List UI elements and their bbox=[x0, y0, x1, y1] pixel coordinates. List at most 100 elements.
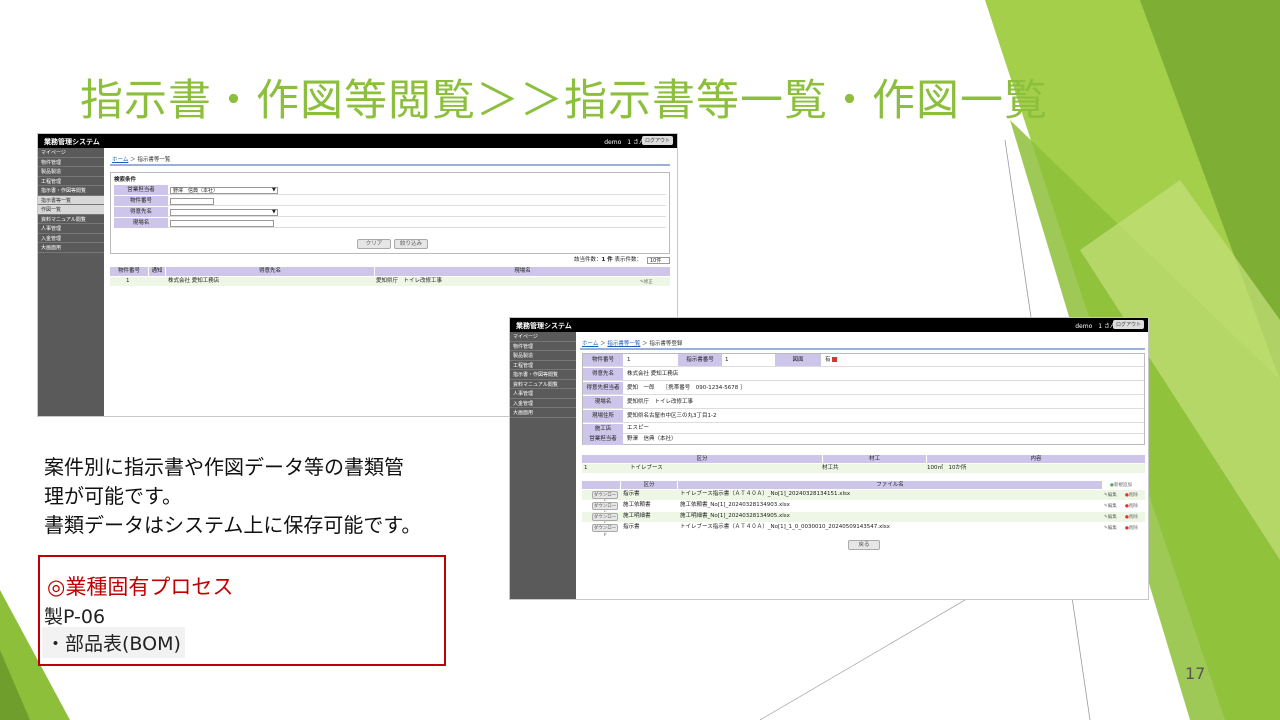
sidebar-item-bigscreen[interactable]: 大画面用 bbox=[38, 243, 104, 253]
row-customer: 得意先名 株式会社 愛知工務店 bbox=[583, 368, 1144, 381]
logout-button[interactable]: ログアウト bbox=[641, 136, 673, 145]
file-row: ダウンロード 指示書 トイレブース指示書（ＡＴ４０Ａ）_No[1]_202403… bbox=[582, 490, 1145, 505]
table-row[interactable]: 1 株式会社 愛知工務店 愛知県庁 トイレ改修工事 ✎修正 bbox=[110, 277, 670, 286]
sidebar-item-hr[interactable]: 人事管理 bbox=[510, 389, 576, 399]
count-value: 1 件 bbox=[601, 257, 613, 263]
file-kubun: 施工依頼書 bbox=[623, 502, 651, 508]
sidebar-item-instruction[interactable]: 指示書・作図等閲覧 bbox=[38, 186, 104, 196]
site-input[interactable] bbox=[170, 220, 274, 227]
row-sales-rep: 営業担当者 野澤 信典（本社） bbox=[583, 434, 1144, 445]
delete-label: 削除 bbox=[1128, 504, 1138, 509]
info-value: 愛知 一郎 ［携帯番号 090-1234-5678 ］ bbox=[627, 385, 746, 391]
row-customer-contact: 得意先担当者 愛知 一郎 ［携帯番号 090-1234-5678 ］ bbox=[583, 382, 1144, 395]
sidebar-item-process[interactable]: 工程管理 bbox=[510, 361, 576, 370]
edit-label: 編集 bbox=[1107, 493, 1117, 498]
info-label: 得意先名 bbox=[583, 368, 623, 380]
cell-content: 100㎡ 10か所 bbox=[927, 465, 967, 471]
file-name[interactable]: トイレブース指示書（ＡＴ４０Ａ）_No[1]_20240328134151.xl… bbox=[680, 490, 850, 499]
back-button[interactable]: 戻る bbox=[848, 540, 880, 550]
file-kubun: 指示書 bbox=[623, 524, 640, 530]
delete-label: 削除 bbox=[1128, 515, 1138, 520]
sidebar-item-manual[interactable]: 資料マニュアル閲覧 bbox=[510, 380, 576, 389]
breadcrumb-current: 指示書等登録 bbox=[649, 341, 683, 347]
sidebar-item-mypage[interactable]: マイページ bbox=[510, 332, 576, 342]
sidebar-item-instruction[interactable]: 指示書・作図等閲覧 bbox=[510, 370, 576, 380]
add-file-button[interactable]: ●新規追加 bbox=[1110, 482, 1132, 488]
cell-kubun: トイレブース bbox=[630, 465, 663, 471]
cell-site: 愛知県庁 トイレ改修工事 bbox=[376, 278, 443, 284]
file-name[interactable]: 施工明細書_No[1]_20240328134905.xlsx bbox=[680, 512, 790, 521]
col-customer: 得意先名 bbox=[166, 267, 374, 276]
process-heading: ◎業種固有プロセス bbox=[47, 575, 234, 599]
sidebar-item-process[interactable]: 工程管理 bbox=[38, 177, 104, 186]
edit-button[interactable]: ✎編集 bbox=[1104, 503, 1117, 509]
sales-rep-select[interactable]: 野澤 信典（本社） bbox=[170, 187, 278, 194]
file-row: ダウンロード 施工明細書 施工明細書_No[1]_20240328134905.… bbox=[582, 512, 1145, 527]
body-line: 案件別に指示書や作図データ等の書類管 bbox=[44, 455, 404, 479]
customer-select[interactable] bbox=[170, 209, 278, 216]
value-property-no: 1 bbox=[627, 357, 631, 363]
breadcrumb-list[interactable]: 指示書等一覧 bbox=[607, 341, 640, 347]
add-label: 新規追加 bbox=[1113, 483, 1132, 488]
slide-title: 指示書・作図等閲覧＞＞指示書等一覧・作図一覧 bbox=[80, 76, 1048, 126]
file-name[interactable]: トイレブース指示書（ＡＴ４０Ａ）_No[1]_1_0_0030010_20240… bbox=[680, 523, 890, 532]
logout-button[interactable]: ログアウト bbox=[1112, 320, 1144, 329]
download-button[interactable]: ダウンロード bbox=[592, 502, 618, 516]
edit-button[interactable]: ✎編集 bbox=[1104, 525, 1117, 531]
download-button[interactable]: ダウンロード bbox=[592, 524, 618, 538]
field-property-no: 物件番号 bbox=[114, 196, 666, 206]
delete-button[interactable]: ●削除 bbox=[1125, 503, 1138, 509]
drawing-flag: 有 bbox=[825, 357, 831, 363]
sidebar-item-payment[interactable]: 入金管理 bbox=[38, 234, 104, 243]
edit-label: 編集 bbox=[1107, 504, 1117, 509]
sidebar-item-manufacture[interactable]: 製品製造 bbox=[510, 351, 576, 361]
delete-button[interactable]: ●削除 bbox=[1125, 514, 1138, 520]
info-value: 愛知県庁 トイレ改修工事 bbox=[627, 399, 694, 405]
app-name: 業務管理システム bbox=[516, 322, 572, 330]
edit-button[interactable]: ✎編集 bbox=[1104, 514, 1117, 520]
sidebar-item-payment[interactable]: 入金管理 bbox=[510, 399, 576, 408]
sidebar-item-manual[interactable]: 資料マニュアル閲覧 bbox=[38, 215, 104, 224]
download-button[interactable]: ダウンロード bbox=[592, 491, 618, 505]
info-label: 施工店 bbox=[583, 424, 623, 434]
table-row: 1 トイレブース 材工共 100㎡ 10か所 bbox=[582, 464, 1145, 473]
row-site: 現場名 愛知県庁 トイレ改修工事 bbox=[583, 396, 1144, 409]
file-row: ダウンロード 指示書 トイレブース指示書（ＡＴ４０Ａ）_No[1]_1_0_00… bbox=[582, 523, 1145, 538]
modify-button[interactable]: ✎修正 bbox=[640, 279, 653, 285]
property-no-input[interactable] bbox=[170, 198, 214, 205]
sidebar-item-bigscreen[interactable]: 大画面用 bbox=[510, 408, 576, 418]
sidebar-item-instruction-list[interactable]: 指示書等一覧 bbox=[38, 195, 104, 205]
delete-button[interactable]: ●削除 bbox=[1125, 492, 1138, 498]
field-site: 現場名 bbox=[114, 218, 666, 228]
label-drawing: 図面 bbox=[775, 354, 821, 366]
slide: 指示書・作図等閲覧＞＞指示書等一覧・作図一覧 業務管理システム demo 1 さ… bbox=[0, 0, 1280, 720]
file-name[interactable]: 施工依頼書_No[1]_20240328134903.xlsx bbox=[680, 501, 790, 510]
clear-button[interactable]: クリア bbox=[357, 239, 391, 249]
filter-button[interactable]: 絞り込み bbox=[394, 239, 428, 249]
sidebar-item-drawing-list[interactable]: 作図一覧 bbox=[38, 205, 104, 215]
display-count-select[interactable]: 10件 bbox=[647, 257, 670, 264]
page-number: 17 bbox=[1185, 664, 1206, 683]
sidebar-item-mypage[interactable]: マイページ bbox=[38, 148, 104, 158]
count-label: 該当件数： bbox=[574, 257, 602, 263]
body-line: 理が可能です。 bbox=[44, 484, 182, 508]
download-button[interactable]: ダウンロード bbox=[592, 513, 618, 527]
chevron-down-icon: ▼ bbox=[272, 187, 276, 193]
info-label: 現場名 bbox=[583, 396, 623, 408]
sidebar-item-property[interactable]: 物件管理 bbox=[38, 158, 104, 167]
pdf-icon[interactable] bbox=[832, 357, 838, 362]
sidebar-item-manufacture[interactable]: 製品製造 bbox=[38, 167, 104, 177]
sidebar-item-hr[interactable]: 人事管理 bbox=[38, 224, 104, 234]
col-notice: 通知 bbox=[149, 267, 165, 276]
edit-label: 編集 bbox=[1107, 526, 1117, 531]
edit-button[interactable]: ✎編集 bbox=[1104, 492, 1117, 498]
col-property-no: 物件番号 bbox=[110, 267, 148, 276]
breadcrumb-home[interactable]: ホーム bbox=[582, 341, 598, 347]
delete-button[interactable]: ●削除 bbox=[1125, 525, 1138, 531]
info-value: 株式会社 愛知工務店 bbox=[627, 371, 679, 377]
process-box: ◎業種固有プロセス 製P-06 ・部品表(BOM) bbox=[38, 555, 446, 666]
sidebar: マイページ 物件管理 製品製造 工程管理 指示書・作図等閲覧 指示書等一覧 作図… bbox=[38, 148, 104, 416]
sidebar-item-property[interactable]: 物件管理 bbox=[510, 342, 576, 351]
row-ids: 物件番号 1 指示書番号 1 図面 有 bbox=[583, 354, 1144, 367]
breadcrumb-home[interactable]: ホーム bbox=[112, 157, 128, 163]
